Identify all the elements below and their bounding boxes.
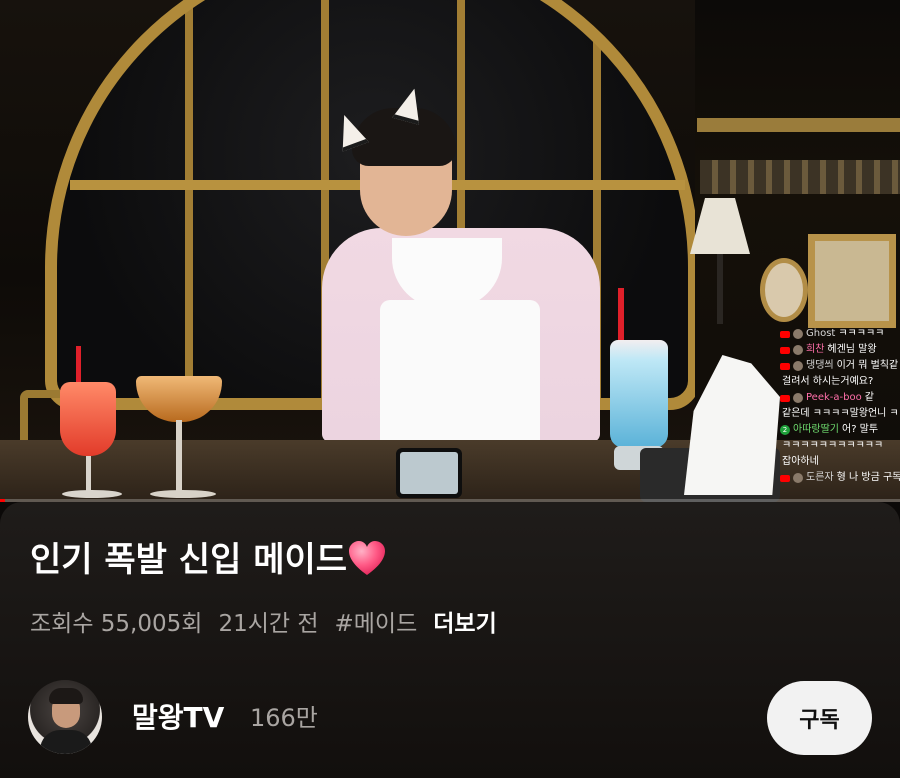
chat-message: Ghost ㅋㅋㅋㅋㅋ [780, 326, 900, 342]
youtube-icon [780, 362, 790, 370]
chat-avatar [793, 345, 803, 355]
chat-message: ㅋㅋㅋㅋㅋㅋㅋㅋㅋㅋㅋ [780, 438, 900, 454]
chat-message: 희찬 헤겐님 말왕 [780, 342, 900, 358]
chat-message: 걸려서 하시는거예요? [780, 374, 900, 390]
phone-screen [400, 452, 458, 494]
heart-icon [349, 541, 386, 575]
chat-message: 같은데 ㅋㅋㅋㅋ말왕언니 ㅋㅋ [780, 406, 900, 422]
hashtag-link[interactable]: #메이드 [335, 611, 418, 637]
video-player[interactable]: Ghost ㅋㅋㅋㅋㅋ 희찬 헤겐님 말왕 댕댕씌 이거 뭐 벌칙같 걸려서 하시는거예요?… [0, 0, 900, 502]
member-badge-icon: 2 [780, 425, 790, 435]
shelf [697, 118, 900, 132]
subscribe-button[interactable]: 구독 [767, 681, 872, 755]
avatar-body [40, 730, 92, 754]
chat-avatar [793, 329, 803, 339]
phone [396, 448, 462, 498]
video-title-text: 인기 폭발 신입 메이드 [30, 540, 348, 580]
amber-cocktail [136, 376, 222, 422]
chat-avatar [793, 473, 803, 483]
youtube-icon [780, 394, 790, 402]
chat-avatar [793, 393, 803, 403]
chat-text: 잡아하네 [782, 456, 819, 467]
chat-text: 걸려서 하시는거예요? [782, 376, 874, 387]
chat-author: 아따랑딸기 [793, 424, 839, 435]
video-title[interactable]: 인기 폭발 신입 메이드 [30, 536, 387, 584]
straw [618, 288, 624, 344]
chat-author: Peek-a-boo [806, 392, 862, 403]
subscriber-count: 166만 [250, 704, 318, 732]
chat-text: 같은데 ㅋㅋㅋㅋ말왕언니 ㅋㅋ [782, 408, 900, 419]
glass-stem [176, 420, 182, 492]
chat-text: 같 [864, 392, 874, 403]
chat-author: 도른자 [806, 472, 834, 483]
glass-stem [86, 456, 91, 492]
picture-frame [808, 234, 896, 328]
glass-base [150, 490, 216, 498]
shelf-trim [700, 160, 900, 194]
chat-text: ㅋㅋㅋㅋㅋ [838, 328, 885, 339]
chat-author: 희찬 [806, 344, 825, 355]
blue-milkshake [610, 340, 668, 448]
video-metadata[interactable]: 조회수 55,005회 21시간 전 #메이드 더보기 [30, 606, 497, 642]
oval-picture-frame [760, 258, 808, 322]
red-cocktail [60, 382, 116, 456]
chat-message: 댕댕씌 이거 뭐 벌칙같 [780, 358, 900, 374]
maid-apron [380, 300, 540, 442]
chat-text: ㅋㅋㅋㅋㅋㅋㅋㅋㅋㅋㅋ [782, 440, 884, 451]
chat-message: 잡아하네 [780, 454, 900, 470]
view-count: 조회수 55,005회 [30, 611, 203, 637]
chat-text: 헤겐님 말왕 [827, 344, 877, 355]
youtube-icon [780, 346, 790, 354]
channel-avatar[interactable] [28, 680, 102, 754]
chat-text: 어? 말투 [842, 424, 879, 435]
chat-message: Peek-a-boo 같 [780, 390, 900, 406]
more-button[interactable]: 더보기 [433, 611, 496, 637]
youtube-icon [780, 474, 790, 482]
avatar-hair [49, 688, 83, 704]
lamp-stem [717, 254, 723, 324]
chat-author: Ghost [806, 328, 836, 339]
upload-time: 21시간 전 [218, 611, 319, 637]
chat-message: 2 아따랑딸기 어? 말투 [780, 422, 900, 438]
progress-fill [0, 499, 5, 502]
youtube-icon [780, 330, 790, 338]
chat-message: 도른자 형 나 방금 구독 [780, 470, 900, 486]
chat-author: 댕댕씌 [806, 360, 834, 371]
chat-text: 형 나 방금 구독 [836, 472, 900, 483]
glass-base [62, 490, 122, 498]
channel-name[interactable]: 말왕TV [132, 698, 224, 738]
chat-text: 이거 뭐 벌칙같 [836, 360, 899, 371]
chat-avatar [793, 361, 803, 371]
live-chat-overlay: Ghost ㅋㅋㅋㅋㅋ 희찬 헤겐님 말왕 댕댕씌 이거 뭐 벌칙같 걸려서 하시는거예요?… [780, 326, 900, 502]
